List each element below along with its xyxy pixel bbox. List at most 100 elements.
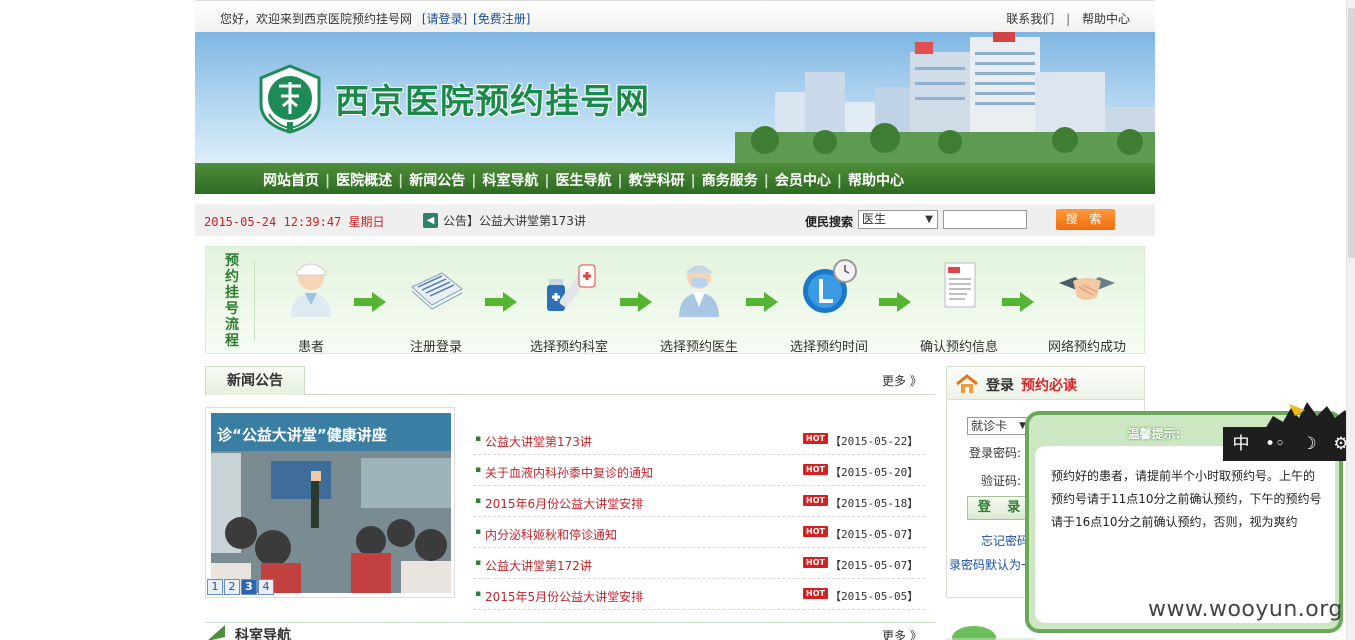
list-item[interactable]: ▪ 内分泌科姬秋和停诊通知 HOT 【2015-05-07】 xyxy=(473,517,925,548)
doctor-icon xyxy=(679,265,719,317)
login-link[interactable]: [请登录] xyxy=(422,12,467,26)
lecture-photo: 诊“公益大讲堂”健康讲座 xyxy=(211,413,451,593)
ime-chinese-toggle[interactable]: 中 xyxy=(1227,432,1255,456)
list-item[interactable]: ▪ 公益大讲堂第173讲 HOT 【2015-05-22】 xyxy=(473,424,925,455)
nav-item-members[interactable]: 会员中心 | xyxy=(769,170,842,190)
news-title-link[interactable]: 关于血液内科孙黍中复诊的通知 xyxy=(485,464,653,481)
nav-list: 网站首页 | 医院概述 | 新闻公告 | 科室导航 | 医生导航 | 教学科研 | 商务服务… xyxy=(257,170,910,190)
pager-button-active[interactable]: 3 xyxy=(241,579,257,595)
card-type-select[interactable]: 就诊卡 ▼ xyxy=(967,417,1030,435)
step-confirm: 确认预约信息 xyxy=(899,257,1019,355)
notice-ticker[interactable]: ◀ 公告】公益大讲堂第173讲 xyxy=(423,212,586,229)
department-bar: 科室导航 更多 》 xyxy=(205,622,935,640)
nav-item-news[interactable]: 新闻公告 | xyxy=(403,170,476,190)
department-more-link[interactable]: 更多 》 xyxy=(882,627,922,640)
bullet-icon: ▪ xyxy=(475,558,482,568)
login-title: 登录 xyxy=(986,378,1014,394)
forgot-password-link[interactable]: 忘记密码 xyxy=(981,532,1029,549)
help-link[interactable]: 帮助中心 xyxy=(1082,12,1130,26)
list-item[interactable]: ▪ 2015年6月份公益大讲堂安排 HOT 【2015-05-18】 xyxy=(473,486,925,517)
news-photo-slider[interactable]: 诊“公益大讲堂”健康讲座 xyxy=(205,407,455,598)
vertical-scrollbar[interactable] xyxy=(1346,0,1355,640)
handshake-icon xyxy=(1059,277,1115,300)
site-title: 西京医院预约挂号网 xyxy=(335,82,650,122)
bullet-icon: ▪ xyxy=(475,434,482,444)
nav-item-business[interactable]: 商务服务 | xyxy=(696,170,769,190)
register-link[interactable]: [免费注册] xyxy=(473,12,530,26)
news-date: 【2015-05-05】 xyxy=(830,590,919,603)
patient-icon xyxy=(291,263,331,317)
pager-button[interactable]: 4 xyxy=(258,579,274,595)
step-label: 网络预约成功 xyxy=(1047,340,1126,355)
step-success: 网络预约成功 xyxy=(1027,257,1147,355)
scrollbar-thumb[interactable] xyxy=(1348,8,1355,258)
news-more-link[interactable]: 更多 》 xyxy=(882,372,922,389)
news-title-link[interactable]: 内分泌科姬秋和停诊通知 xyxy=(485,526,617,543)
hot-badge: HOT xyxy=(803,526,828,537)
news-title-link[interactable]: 公益大讲堂第172讲 xyxy=(485,557,592,574)
hospital-logo-icon[interactable] xyxy=(257,64,323,134)
top-separator: | xyxy=(1066,12,1071,26)
welcome-text: 您好，欢迎来到西京医院预约挂号网 xyxy=(220,12,413,26)
list-item[interactable]: ▪ 2015年5月份公益大讲堂安排 HOT 【2015-05-05】 xyxy=(473,579,925,610)
nav-item-doctors[interactable]: 医生导航 | xyxy=(550,170,623,190)
pager-button[interactable]: 2 xyxy=(224,579,240,595)
time-select-icon xyxy=(803,259,857,313)
step-label: 选择预约科室 xyxy=(529,340,608,355)
leaf-icon xyxy=(208,625,225,640)
search-input[interactable] xyxy=(943,210,1027,229)
ime-punctuation-toggle[interactable]: •◦ xyxy=(1261,432,1289,456)
register-form-icon xyxy=(411,272,463,310)
appointment-process: 预约挂号流程 患者 注册登录 选择预约科室 选择预约医生 选择预约时间 确认预约… xyxy=(205,246,1147,355)
search-type-select[interactable]: 医生 ▼ xyxy=(858,210,938,229)
photo-pager: 1 2 3 4 xyxy=(207,579,275,595)
top-bar: 您好，欢迎来到西京医院预约挂号网 [请登录] [免费注册] 联系我们 | 帮助中… xyxy=(195,0,1155,32)
captcha-label: 验证码: xyxy=(981,474,1022,488)
hot-badge: HOT xyxy=(803,588,828,599)
ime-mascot-icon[interactable] xyxy=(1265,398,1355,429)
news-title-link[interactable]: 公益大讲堂第173讲 xyxy=(485,433,592,450)
step-register: 注册登录 xyxy=(376,257,496,355)
step-time: 选择预约时间 xyxy=(769,257,889,355)
bullet-icon: ▪ xyxy=(475,496,482,506)
step-label: 患者 xyxy=(297,340,324,355)
notice-text: 公告】公益大讲堂第173讲 xyxy=(443,214,586,228)
speaker-icon: ◀ xyxy=(423,213,438,228)
news-list: ▪ 公益大讲堂第173讲 HOT 【2015-05-22】 ▪ 关于血液内科孙黍中复诊的… xyxy=(473,424,925,610)
home-icon xyxy=(956,374,978,393)
search-button[interactable]: 搜 索 xyxy=(1056,209,1115,230)
document-icon xyxy=(944,262,976,308)
department-title: 科室导航 xyxy=(235,628,291,640)
main-nav: 网站首页 | 医院概述 | 新闻公告 | 科室导航 | 医生导航 | 教学科研 | 商务服务… xyxy=(195,163,1155,194)
password-hint: 录密码默认为一 xyxy=(949,558,1034,572)
contact-link[interactable]: 联系我们 xyxy=(1006,12,1054,26)
tab-news[interactable]: 新闻公告 xyxy=(205,366,305,395)
nav-item-home[interactable]: 网站首页 | xyxy=(257,170,330,190)
news-title-link[interactable]: 2015年5月份公益大讲堂安排 xyxy=(485,588,643,605)
login-header: 登录 预约必读 xyxy=(947,367,1144,400)
nav-item-departments[interactable]: 科室导航 | xyxy=(476,170,549,190)
ime-moon-icon[interactable]: ☽ xyxy=(1295,432,1323,456)
news-date: 【2015-05-07】 xyxy=(830,559,919,572)
hospital-buildings-illustration xyxy=(735,32,1155,163)
step-doctor: 选择预约医生 xyxy=(639,257,759,355)
bullet-icon: ▪ xyxy=(475,465,482,475)
hot-badge: HOT xyxy=(803,464,828,475)
pager-button[interactable]: 1 xyxy=(207,579,223,595)
step-label: 选择预约时间 xyxy=(789,340,868,355)
nav-item-overview[interactable]: 医院概述 | xyxy=(330,170,403,190)
news-date: 【2015-05-18】 xyxy=(830,497,919,510)
list-item[interactable]: ▪ 关于血液内科孙黍中复诊的通知 HOT 【2015-05-20】 xyxy=(473,455,925,486)
news-title-link[interactable]: 2015年6月份公益大讲堂安排 xyxy=(485,495,643,512)
current-datetime: 2015-05-24 12:39:47 星期日 xyxy=(204,215,385,229)
nav-item-help[interactable]: 帮助中心 xyxy=(842,170,910,190)
nav-item-research[interactable]: 教学科研 | xyxy=(623,170,696,190)
hot-badge: HOT xyxy=(803,557,828,568)
must-read-link[interactable]: 预约必读 xyxy=(1021,375,1077,395)
step-patient: 患者 xyxy=(251,257,371,355)
list-item[interactable]: ▪ 公益大讲堂第172讲 HOT 【2015-05-07】 xyxy=(473,548,925,579)
green-ball-icon xyxy=(946,626,1036,640)
password-label: 登录密码: xyxy=(969,446,1022,460)
step-label: 注册登录 xyxy=(409,340,462,355)
medicine-icon xyxy=(547,264,596,311)
